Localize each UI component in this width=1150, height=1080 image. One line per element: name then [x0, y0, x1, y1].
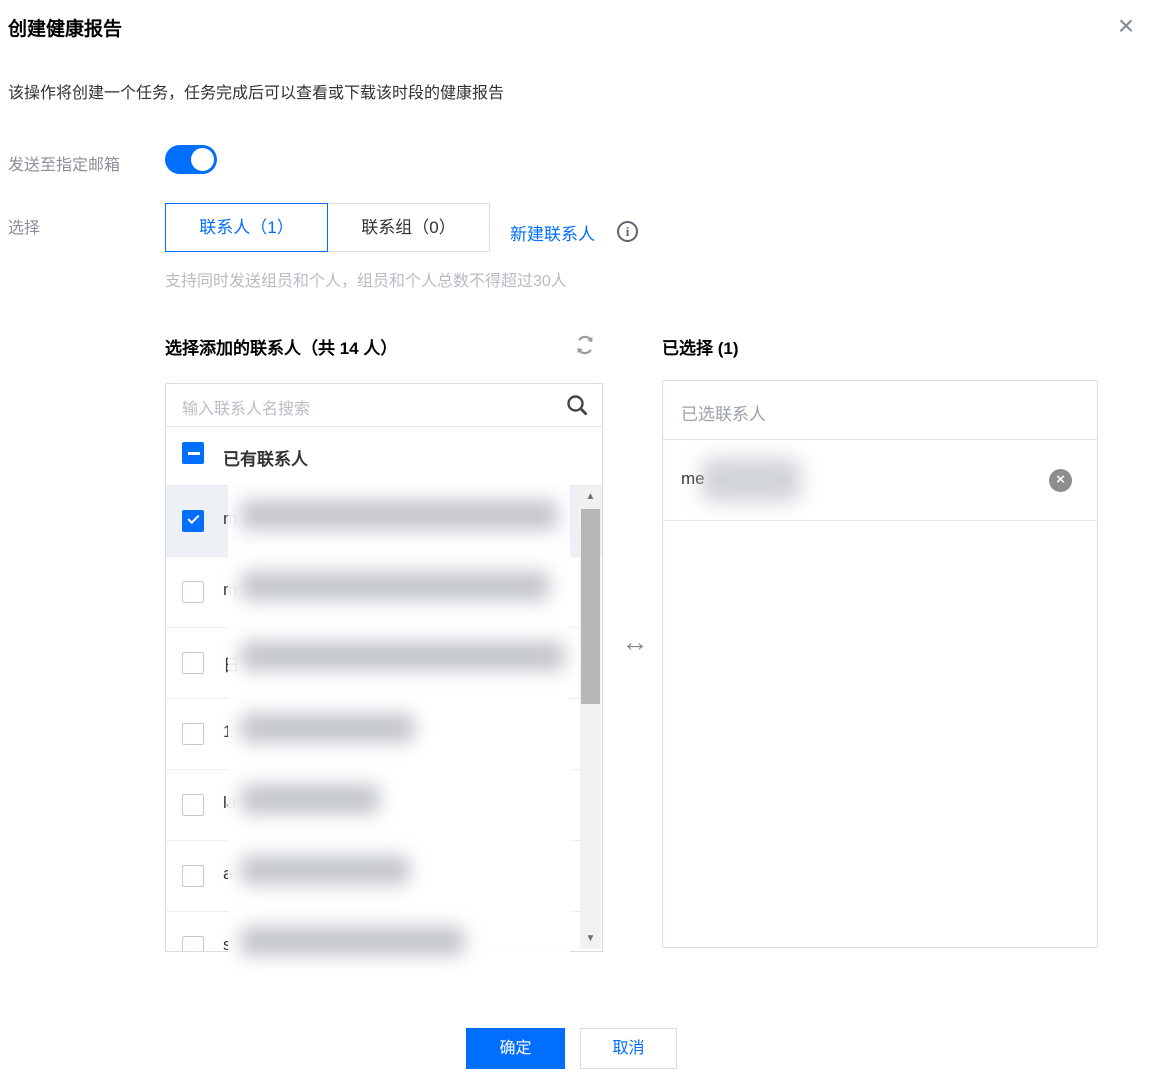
- minus-icon: [188, 452, 200, 455]
- tab-contacts[interactable]: 联系人（1）: [165, 203, 328, 252]
- target-panel-title: 已选择 (1): [662, 339, 739, 358]
- dialog-title: 创建健康报告: [8, 19, 123, 40]
- email-toggle-label: 发送至指定邮箱: [8, 157, 121, 174]
- blurred-text: [701, 458, 801, 502]
- remove-contact-icon[interactable]: ×: [1049, 469, 1072, 492]
- contact-name: m: [223, 509, 238, 528]
- scrollbar[interactable]: ▲ ▼: [580, 487, 601, 949]
- toggle-knob: [191, 148, 214, 171]
- target-list-box: 已选联系人 me ×: [662, 380, 1098, 948]
- email-toggle-switch[interactable]: [165, 145, 217, 174]
- group-select-checkbox[interactable]: [182, 442, 204, 464]
- cancel-button[interactable]: 取消: [580, 1028, 677, 1069]
- contact-name: la: [223, 793, 237, 812]
- contact-row[interactable]: 日: [166, 628, 602, 699]
- source-panel-title: 选择添加的联系人（共 14 人）: [165, 339, 398, 358]
- group-header-row: 已有联系人: [166, 427, 602, 486]
- contact-checkbox[interactable]: [182, 794, 204, 816]
- contact-row[interactable]: s: [166, 912, 602, 951]
- create-health-report-dialog: 创建健康报告 × 该操作将创建一个任务，任务完成后可以查看或下载该时段的健康报告…: [0, 0, 1150, 1080]
- helper-text: 支持同时发送组员和个人，组员和个人总数不得超过30人: [165, 273, 567, 290]
- scroll-up-icon[interactable]: ▲: [580, 489, 601, 505]
- source-list-box: 输入联系人名搜索 已有联系人 m m 日 1 la a s ▲ ▼: [165, 383, 603, 952]
- select-label: 选择: [8, 220, 41, 237]
- contact-checkbox[interactable]: [182, 581, 204, 603]
- contact-name: 1: [223, 722, 233, 741]
- contact-row[interactable]: a: [166, 841, 602, 912]
- contact-name: s: [223, 935, 232, 951]
- search-placeholder: 输入联系人名搜索: [182, 401, 311, 418]
- info-icon[interactable]: i: [617, 221, 638, 242]
- contact-row[interactable]: 1: [166, 699, 602, 770]
- tab-contact-groups[interactable]: 联系组（0）: [327, 203, 490, 252]
- contact-name: m: [223, 580, 238, 599]
- contact-name: a: [223, 864, 233, 883]
- scrollbar-thumb[interactable]: [581, 509, 600, 704]
- confirm-button[interactable]: 确定: [466, 1028, 565, 1069]
- target-header-label: 已选联系人: [681, 405, 766, 424]
- group-header-label: 已有联系人: [223, 450, 308, 469]
- contact-checkbox[interactable]: [182, 865, 204, 887]
- contact-row[interactable]: la: [166, 770, 602, 841]
- contact-row[interactable]: m: [166, 486, 602, 557]
- contact-checkbox[interactable]: [182, 936, 204, 951]
- target-header-row: 已选联系人: [663, 381, 1097, 440]
- contact-tabs: 联系人（1） 联系组（0）: [165, 203, 490, 252]
- check-icon: [187, 511, 200, 525]
- contact-search-input[interactable]: 输入联系人名搜索: [166, 384, 602, 427]
- contact-checkbox[interactable]: [182, 652, 204, 674]
- selected-contact-row: me ×: [663, 440, 1097, 521]
- contact-list: m m 日 1 la a s: [166, 486, 602, 951]
- scroll-down-icon[interactable]: ▼: [580, 931, 601, 947]
- contact-name: 日: [223, 656, 240, 675]
- search-icon[interactable]: [565, 393, 589, 417]
- contact-row[interactable]: m: [166, 557, 602, 628]
- close-icon[interactable]: ×: [1110, 10, 1142, 42]
- contact-checkbox[interactable]: [182, 723, 204, 745]
- contact-checkbox[interactable]: [182, 510, 204, 532]
- dialog-description: 该操作将创建一个任务，任务完成后可以查看或下载该时段的健康报告: [8, 85, 505, 102]
- transfer-arrow-icon: ↔: [621, 627, 649, 657]
- new-contact-link[interactable]: 新建联系人: [510, 220, 595, 245]
- refresh-icon[interactable]: [574, 334, 596, 356]
